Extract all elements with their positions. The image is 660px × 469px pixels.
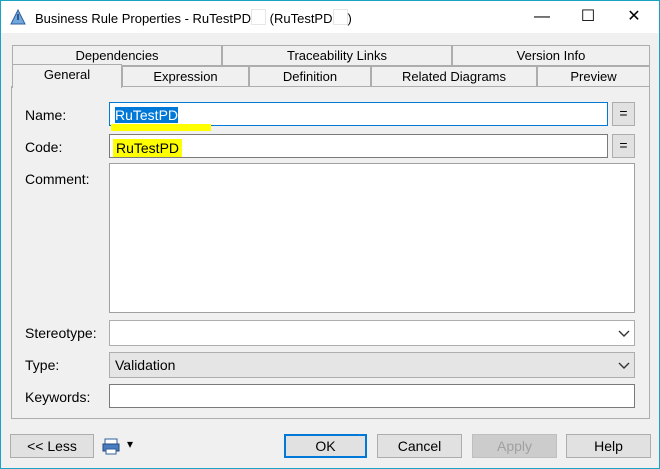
minimize-button[interactable]: —	[519, 1, 565, 33]
comment-textarea[interactable]	[109, 163, 635, 313]
stereotype-label: Stereotype:	[25, 325, 97, 341]
tab-preview[interactable]: Preview	[537, 66, 650, 87]
redacted-block	[332, 9, 348, 25]
maximize-button[interactable]: ☐	[565, 1, 611, 33]
name-field-value: RuTestPD	[115, 107, 179, 123]
printer-icon[interactable]	[102, 436, 122, 456]
highlight-mark	[111, 124, 211, 131]
tab-definition[interactable]: Definition	[249, 66, 371, 87]
dialog-window: Business Rule Properties - RuTestPD (RuT…	[0, 0, 660, 469]
window-title: Business Rule Properties - RuTestPD (RuT…	[35, 9, 352, 26]
name-edit-button[interactable]: =	[612, 102, 635, 126]
close-button[interactable]: ✕	[611, 1, 657, 33]
title-text-middle: (RuTestPD	[266, 11, 333, 26]
ok-button[interactable]: OK	[284, 434, 367, 458]
type-combobox[interactable]: Validation	[109, 352, 635, 378]
title-text-prefix: Business Rule Properties - RuTestPD	[35, 11, 252, 26]
tab-version-info[interactable]: Version Info	[452, 45, 650, 66]
chevron-down-icon[interactable]	[618, 324, 630, 342]
cancel-button[interactable]: Cancel	[377, 434, 462, 458]
code-edit-button[interactable]: =	[612, 134, 635, 158]
tab-expression[interactable]: Expression	[122, 66, 249, 87]
keywords-label: Keywords:	[25, 389, 91, 405]
code-field[interactable]: RuTestPD	[109, 134, 608, 158]
code-field-value: RuTestPD	[113, 139, 183, 157]
type-value: Validation	[115, 357, 176, 373]
business-rule-icon	[10, 8, 26, 25]
tab-general[interactable]: General	[12, 64, 122, 88]
stereotype-combobox[interactable]	[109, 320, 635, 346]
keywords-field[interactable]	[109, 384, 635, 408]
apply-button: Apply	[472, 434, 557, 458]
tab-related-diagrams[interactable]: Related Diagrams	[371, 66, 537, 87]
tab-dependencies[interactable]: Dependencies	[12, 45, 222, 66]
redacted-block	[251, 9, 267, 25]
print-dropdown-icon[interactable]: ▾	[127, 437, 133, 451]
comment-label: Comment:	[25, 171, 90, 187]
name-field[interactable]: RuTestPD	[109, 102, 608, 126]
code-label: Code:	[25, 139, 63, 155]
title-text-suffix: )	[347, 11, 352, 26]
type-label: Type:	[25, 357, 60, 373]
chevron-down-icon[interactable]	[618, 356, 630, 374]
tab-traceability-links[interactable]: Traceability Links	[222, 45, 452, 66]
help-button[interactable]: Help	[566, 434, 651, 458]
less-button[interactable]: << Less	[10, 434, 94, 458]
title-bar: Business Rule Properties - RuTestPD (RuT…	[1, 1, 659, 33]
name-label: Name:	[25, 107, 67, 123]
